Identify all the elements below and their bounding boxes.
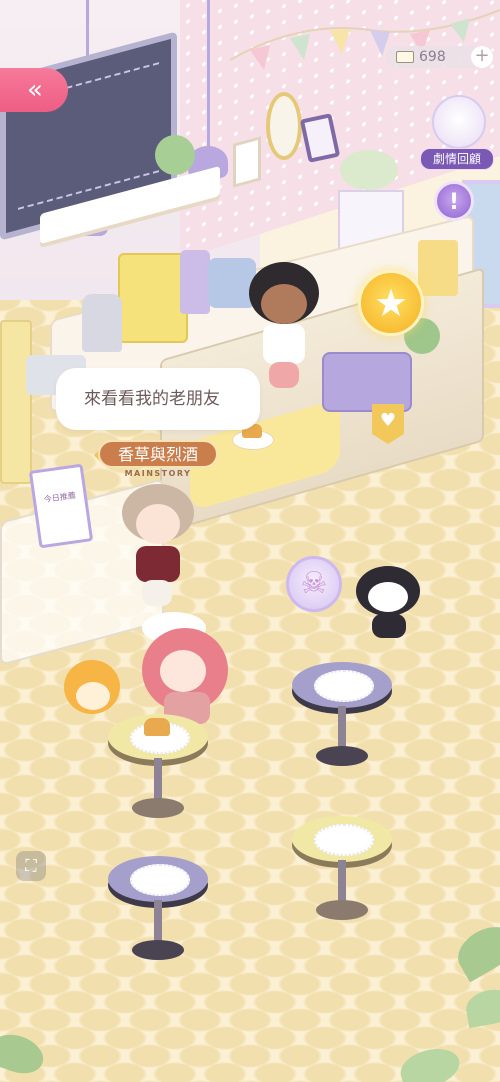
star-reward-button[interactable]: ★ [358,270,424,336]
notice-button[interactable]: ! [434,181,474,221]
plant-on-shelf [155,135,195,175]
boy-legs [142,580,172,606]
story-recap-label: 劇情回顧 [420,148,494,170]
story-recap-button[interactable]: 劇情回顧 [420,95,494,171]
add-currency-button[interactable]: + [471,46,493,68]
back-arrow-icon: « [27,75,43,105]
bunting-decoration [230,9,500,70]
character-boy[interactable] [122,484,196,608]
camera-toggle-button[interactable]: ⛶ [16,851,46,881]
table-doily [314,670,374,702]
boy-face [136,504,180,544]
speech-bubble[interactable]: 來看看我的老朋友 [56,368,260,430]
fullscreen-icon: ⛶ [25,856,37,875]
table-doily [130,864,190,896]
plus-icon: + [474,45,490,66]
kuromi-face [368,582,408,612]
stand-mixer[interactable] [82,294,122,352]
kuromi-avatar-icon [432,95,486,149]
fridge [0,320,32,484]
barista-legs [269,362,299,388]
daily-special-sign[interactable]: 今日推薦 [28,463,94,549]
kuromi-body [372,614,406,638]
character-barista[interactable] [247,262,321,392]
star-icon: ★ [373,281,409,325]
ticket-count: 698 [419,49,446,65]
pastry-bag-stand [418,240,458,296]
table-base [132,798,184,818]
table-base [316,900,368,920]
fox-face [76,682,110,710]
story-title: 香草與烈酒 [98,440,218,468]
exclamation-icon: ! [448,190,460,215]
table-base [316,746,368,766]
ticket-icon [396,51,414,63]
wall-frame-small [233,136,261,188]
skull-icon: ☠ [300,566,328,601]
story-subtitle: MAINSTORY [124,469,192,478]
main-story-tag[interactable]: ◆ 香草與烈酒 MAINSTORY [94,440,218,480]
character-fox-pet[interactable] [64,660,122,716]
table-pudding [144,718,170,736]
sign-text: 今日推薦 [43,490,77,505]
barista-face [261,284,307,324]
back-button[interactable]: « [0,68,68,112]
kuromi-mood-bubble[interactable]: ☠ [286,556,342,612]
wall-frame-oval [266,92,302,160]
table-base [132,940,184,960]
cash-register[interactable] [322,352,412,412]
speech-text: 來看看我的老朋友 [84,389,220,409]
character-kuromi[interactable] [350,558,426,640]
ticket-currency-bar: 698 + [386,46,494,68]
coffee-machine[interactable] [118,253,188,343]
barista-body [263,324,305,364]
flower-stand [340,150,398,190]
blender[interactable] [180,250,210,314]
boy-body [136,546,180,582]
heart-icon: ♥ [379,410,397,431]
girl-face [160,650,206,692]
table-doily [314,824,374,856]
character-girl[interactable] [140,612,232,724]
hanging-lamp-right [207,0,210,150]
